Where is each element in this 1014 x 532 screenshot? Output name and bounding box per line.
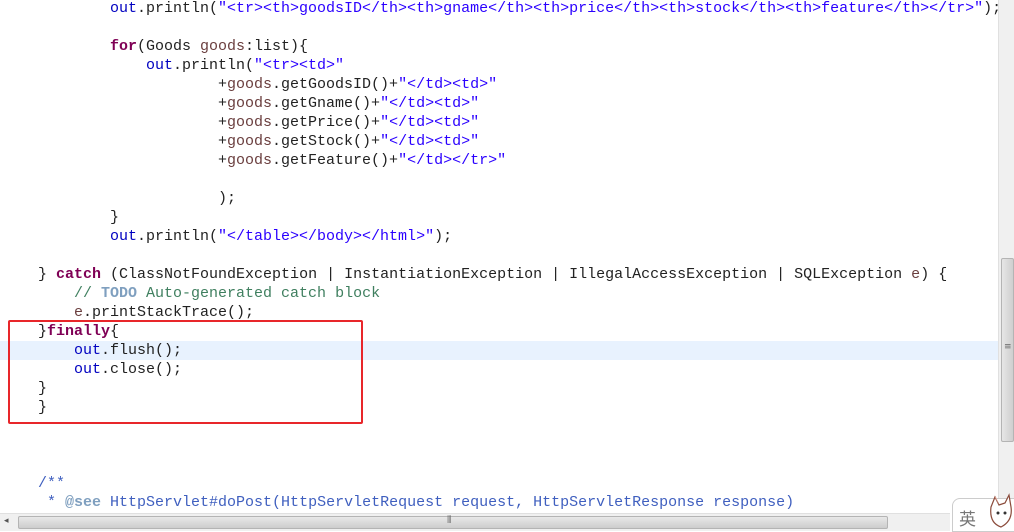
string-literal: "</td><td>" bbox=[380, 114, 480, 131]
variable: goods bbox=[227, 152, 273, 169]
code-line: out.println("<tr><td>" bbox=[146, 56, 344, 75]
code-text: + bbox=[218, 152, 228, 169]
variable: goods bbox=[227, 76, 273, 93]
code-text: :list){ bbox=[245, 38, 309, 55]
code-text: ) { bbox=[920, 266, 948, 283]
string-literal: "</td><td>" bbox=[380, 133, 480, 150]
code-text: .getGname()+ bbox=[272, 95, 381, 112]
annotation-highlight-box bbox=[8, 320, 363, 424]
ime-mascot-icon bbox=[990, 493, 1012, 528]
horizontal-scrollbar-thumb[interactable]: ⦀ bbox=[18, 515, 888, 529]
code-text: .println( bbox=[137, 0, 219, 17]
code-line: // TODO Auto-generated catch block bbox=[74, 284, 380, 303]
horizontal-scrollbar[interactable]: ◂ ⦀ bbox=[0, 513, 950, 531]
field: out bbox=[110, 0, 138, 17]
javadoc: HttpServlet#doPost(HttpServletRequest re… bbox=[101, 494, 795, 511]
ime-status-widget[interactable]: 英 bbox=[952, 493, 1014, 532]
variable: goods bbox=[200, 38, 246, 55]
string-literal: "</td><td>" bbox=[398, 76, 498, 93]
string-literal: "</table></body></html>" bbox=[218, 228, 435, 245]
code-text: + bbox=[218, 76, 228, 93]
code-text: .getGoodsID()+ bbox=[272, 76, 399, 93]
string-literal: "</td><td>" bbox=[380, 95, 480, 112]
code-line: +goods.getPrice()+"</td><td>" bbox=[218, 113, 479, 132]
code-line: +goods.getGoodsID()+"</td><td>" bbox=[218, 75, 497, 94]
code-editor[interactable]: out.println("<tr><th>goodsID</th><th>gna… bbox=[0, 0, 998, 513]
comment: // bbox=[74, 285, 102, 302]
code-text: .printStackTrace(); bbox=[83, 304, 255, 321]
javadoc: * bbox=[38, 494, 66, 511]
code-line: } catch (ClassNotFoundException | Instan… bbox=[38, 265, 947, 284]
code-line: +goods.getGname()+"</td><td>" bbox=[218, 94, 479, 113]
code-text: } bbox=[38, 266, 57, 283]
variable: goods bbox=[227, 95, 273, 112]
code-line: /** bbox=[38, 474, 65, 493]
code-text: .getStock()+ bbox=[272, 133, 381, 150]
code-text: ); bbox=[218, 190, 237, 207]
grip-icon: ⦀ bbox=[447, 515, 452, 526]
variable: e bbox=[911, 266, 921, 283]
code-line: for(Goods goods:list){ bbox=[110, 37, 308, 56]
code-line: +goods.getFeature()+"</td></tr>" bbox=[218, 151, 506, 170]
code-text: .println( bbox=[137, 228, 219, 245]
code-text: .getPrice()+ bbox=[272, 114, 381, 131]
code-text: ); bbox=[983, 0, 998, 17]
variable: goods bbox=[227, 114, 273, 131]
code-text: (ClassNotFoundException | InstantiationE… bbox=[101, 266, 912, 283]
code-line: ); bbox=[218, 189, 236, 208]
string-literal: "<tr><td>" bbox=[254, 57, 345, 74]
code-line: out.println("</table></body></html>"); bbox=[110, 227, 452, 246]
vertical-scrollbar[interactable]: ≡ bbox=[998, 0, 1014, 513]
code-line: * @see HttpServlet#doPost(HttpServletReq… bbox=[38, 493, 794, 512]
grip-icon: ≡ bbox=[1004, 342, 1012, 352]
variable: e bbox=[74, 304, 84, 321]
code-text: + bbox=[218, 114, 228, 131]
code-text: .getFeature()+ bbox=[272, 152, 399, 169]
code-text: + bbox=[218, 95, 228, 112]
ime-language-label: 英 bbox=[959, 510, 976, 530]
vertical-scrollbar-thumb[interactable]: ≡ bbox=[1001, 258, 1014, 442]
comment: Auto-generated catch block bbox=[137, 285, 381, 302]
field: out bbox=[146, 57, 174, 74]
code-text: + bbox=[218, 133, 228, 150]
string-literal: "<tr><th>goodsID</th><th>gname</th><th>p… bbox=[218, 0, 984, 17]
code-line: } bbox=[110, 208, 119, 227]
keyword: catch bbox=[56, 266, 102, 283]
code-line: out.println("<tr><th>goodsID</th><th>gna… bbox=[110, 0, 998, 18]
code-text: ); bbox=[434, 228, 453, 245]
todo-tag: TODO bbox=[101, 285, 138, 302]
javadoc-tag: @see bbox=[65, 494, 102, 511]
code-line: +goods.getStock()+"</td><td>" bbox=[218, 132, 479, 151]
code-text: } bbox=[110, 209, 120, 226]
variable: goods bbox=[227, 133, 273, 150]
string-literal: "</td></tr>" bbox=[398, 152, 507, 169]
field: out bbox=[110, 228, 138, 245]
javadoc: /** bbox=[38, 475, 66, 492]
code-text: .println( bbox=[173, 57, 255, 74]
keyword: for bbox=[110, 38, 138, 55]
code-text: (Goods bbox=[137, 38, 201, 55]
scroll-left-arrow-icon[interactable]: ◂ bbox=[4, 516, 9, 526]
